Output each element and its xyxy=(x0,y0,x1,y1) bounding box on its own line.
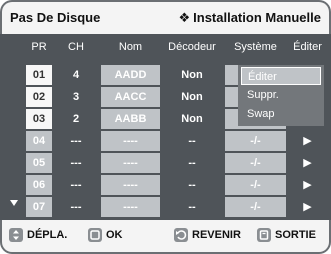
ok-hint-label: OK xyxy=(106,229,123,241)
page-title: Pas De Disque xyxy=(10,10,101,25)
row-systeme: -/- xyxy=(225,175,286,195)
row-pr: 04 xyxy=(26,131,52,151)
table-row[interactable]: 07 --- ---- -- -/- ▶ xyxy=(0,197,331,217)
row-nom: AABB xyxy=(101,109,160,129)
row-pr: 05 xyxy=(26,153,52,173)
up-down-arrows-icon xyxy=(9,228,23,242)
channel-table: PR CH Nom Décodeur Système Éditer 01 4 A… xyxy=(0,34,331,220)
row-nom: ---- xyxy=(101,175,160,195)
row-decodeur: -- xyxy=(188,201,196,213)
header-bar: Pas De Disque ❖ Installation Manuelle xyxy=(2,2,329,34)
row-edit-arrow[interactable]: ▶ xyxy=(290,131,325,151)
row-edit-arrow[interactable]: ▶ xyxy=(290,175,325,195)
row-systeme: -/- xyxy=(225,197,286,217)
row-decodeur: -- xyxy=(188,157,196,169)
edit-popup-menu: Éditer Suppr. Swap xyxy=(238,65,324,126)
row-pr: 07 xyxy=(26,197,52,217)
row-ch: --- xyxy=(70,135,82,147)
row-pr: 01 xyxy=(26,65,52,85)
row-systeme: -/- xyxy=(225,131,286,151)
col-header-decodeur: Décodeur xyxy=(168,41,216,53)
table-row[interactable]: 05 --- ---- -- -/- ▶ xyxy=(0,153,331,173)
table-header: PR CH Nom Décodeur Système Éditer xyxy=(0,36,331,58)
col-header-nom: Nom xyxy=(118,41,143,53)
row-nom: AADD xyxy=(101,65,160,85)
row-pr: 06 xyxy=(26,175,52,195)
ok-button-icon xyxy=(88,228,102,242)
footer-bar: DÉPLA. OK REVENIR SORTIE xyxy=(2,220,329,252)
row-ch: --- xyxy=(70,157,82,169)
menu-item-editer[interactable]: Éditer xyxy=(241,67,321,85)
row-edit-arrow[interactable]: ▶ xyxy=(290,197,325,217)
row-decodeur: Non xyxy=(181,91,203,103)
exit-icon xyxy=(257,228,271,242)
menu-item-suppr[interactable]: Suppr. xyxy=(241,86,321,104)
move-hint-label: DÉPLA. xyxy=(27,229,68,241)
row-decodeur: -- xyxy=(188,135,196,147)
col-header-pr: PR xyxy=(31,41,47,53)
setup-icon: ❖ xyxy=(178,10,191,25)
col-header-editer: Éditer xyxy=(293,41,322,53)
scroll-down-icon xyxy=(10,200,18,206)
row-ch: 4 xyxy=(72,69,80,81)
row-ch: 3 xyxy=(72,91,80,103)
row-systeme: -/- xyxy=(225,153,286,173)
row-ch: --- xyxy=(70,201,82,213)
row-pr: 03 xyxy=(26,109,52,129)
screen-name: ❖ Installation Manuelle xyxy=(178,10,321,26)
row-decodeur: Non xyxy=(181,69,203,81)
row-nom: ---- xyxy=(101,153,160,173)
back-hint-label: REVENIR xyxy=(192,229,241,241)
row-nom: AACC xyxy=(101,87,160,107)
table-row[interactable]: 04 --- ---- -- -/- ▶ xyxy=(0,131,331,151)
manual-setup-screen: Pas De Disque ❖ Installation Manuelle PR … xyxy=(0,0,331,254)
row-nom: ---- xyxy=(101,197,160,217)
row-ch: --- xyxy=(70,179,82,191)
col-header-ch: CH xyxy=(68,41,84,53)
row-decodeur: Non xyxy=(181,113,203,125)
row-nom: ---- xyxy=(101,131,160,151)
col-header-systeme: Système xyxy=(234,41,277,53)
return-icon xyxy=(174,228,188,242)
exit-hint-label: SORTIE xyxy=(275,229,316,241)
menu-item-swap[interactable]: Swap xyxy=(241,105,321,123)
table-row[interactable]: 06 --- ---- -- -/- ▶ xyxy=(0,175,331,195)
row-ch: 2 xyxy=(72,113,80,125)
row-pr: 02 xyxy=(26,87,52,107)
row-edit-arrow[interactable]: ▶ xyxy=(290,153,325,173)
row-decodeur: -- xyxy=(188,179,196,191)
screen-name-label: Installation Manuelle xyxy=(193,10,321,25)
